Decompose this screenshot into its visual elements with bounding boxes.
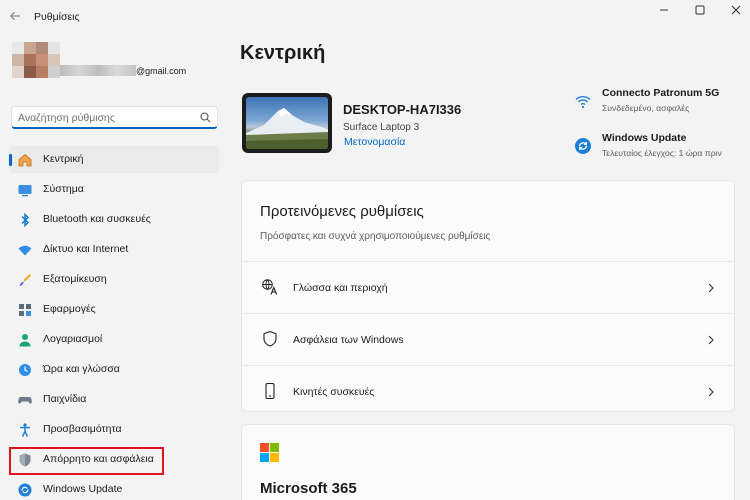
sidebar-item-label: Εξατομίκευση: [43, 273, 107, 285]
gamepad-icon: [18, 397, 32, 404]
network-status-text: Συνδεδεμένο, ασφαλές: [602, 103, 690, 113]
selection-indicator: [9, 154, 12, 166]
sidebar-item-personalization[interactable]: Εξατομίκευση: [9, 266, 219, 293]
brush-icon: [19, 274, 31, 286]
sidebar-item-home[interactable]: Κεντρική: [9, 146, 219, 173]
close-icon: [731, 5, 741, 15]
microsoft-365-card[interactable]: Microsoft 365: [241, 424, 735, 500]
card-title: Προτεινόμενες ρυθμίσεις: [260, 203, 424, 220]
arrow-left-icon: [9, 11, 20, 21]
clock-globe-icon: [19, 364, 31, 376]
sidebar-item-accessibility[interactable]: Προσβασιμότητα: [9, 416, 219, 443]
rename-link[interactable]: Μετονομασία: [344, 136, 405, 148]
device-name: DESKTOP-HA7I336: [343, 102, 462, 117]
row-label: Ασφάλεια των Windows: [293, 334, 404, 346]
email-blurred: [60, 65, 136, 76]
highlight-box: [9, 447, 164, 475]
sidebar-item-apps[interactable]: Εφαρμογές: [9, 296, 219, 323]
minimize-icon: [660, 9, 668, 11]
search-box[interactable]: [11, 106, 218, 129]
sidebar-item-network[interactable]: Δίκτυο και Internet: [9, 236, 219, 263]
wallpaper-thumbnail: [246, 97, 328, 149]
apps-icon: [19, 304, 31, 316]
chevron-right-icon: [708, 283, 714, 293]
sidebar-item-label: Παιχνίδια: [43, 393, 87, 405]
chevron-right-icon: [708, 335, 714, 345]
shield-outline-icon: [263, 330, 277, 347]
windows-update-status[interactable]: Windows Update Τελευταίος έλεγχος: 1 ώρα…: [574, 132, 750, 166]
recommended-settings-card: Προτεινόμενες ρυθμίσεις Πρόσφατες και συ…: [241, 180, 735, 412]
update-last-checked: Τελευταίος έλεγχος: 1 ώρα πριν: [602, 148, 722, 158]
device-model: Surface Laptop 3: [343, 122, 420, 133]
close-button[interactable]: [718, 0, 750, 20]
phone-icon: [265, 382, 275, 400]
maximize-button[interactable]: [682, 0, 718, 20]
update-icon: [18, 483, 32, 497]
sidebar-item-label: Κεντρική: [43, 153, 84, 165]
update-icon: [575, 138, 591, 154]
sidebar-item-windows-update[interactable]: Windows Update: [9, 476, 219, 500]
account-email: @gmail.com: [60, 59, 190, 79]
wifi-icon: [18, 245, 32, 256]
search-icon[interactable]: [200, 112, 211, 123]
sidebar-item-label: Ώρα και γλώσσα: [43, 363, 120, 375]
search-input[interactable]: [18, 110, 193, 125]
card-subtitle: Πρόσφατες και συχνά χρησιμοποιούμενες ρυ…: [260, 231, 491, 242]
maximize-icon: [695, 5, 705, 15]
network-name: Connecto Patronum 5G: [602, 87, 720, 99]
page-title: Κεντρική: [240, 42, 326, 64]
network-status[interactable]: Connecto Patronum 5G Συνδεδεμένο, ασφαλέ…: [574, 87, 750, 121]
accessibility-icon: [20, 423, 30, 437]
sidebar-item-label: Λογαριασμοί: [43, 333, 103, 345]
row-label: Κινητές συσκευές: [293, 386, 375, 398]
avatar[interactable]: [12, 42, 60, 78]
sidebar-item-label: Σύστημα: [43, 183, 84, 195]
minimize-button[interactable]: [646, 0, 682, 20]
home-icon: [18, 153, 32, 167]
email-suffix: @gmail.com: [136, 66, 187, 76]
chevron-right-icon: [708, 387, 714, 397]
device-image: [242, 93, 332, 153]
wifi-icon: [575, 95, 591, 109]
language-icon: [262, 279, 278, 295]
sidebar-item-system[interactable]: Σύστημα: [9, 176, 219, 203]
sidebar-item-label: Προσβασιμότητα: [43, 423, 122, 435]
microsoft-logo-icon: [260, 443, 280, 463]
recommended-row-language[interactable]: Γλώσσα και περιοχή: [242, 261, 734, 313]
monitor-icon: [18, 185, 32, 197]
sidebar-item-label: Bluetooth και συσκευές: [43, 213, 151, 225]
sidebar-item-label: Δίκτυο και Internet: [43, 243, 129, 255]
card-title: Microsoft 365: [260, 480, 357, 497]
update-title: Windows Update: [602, 132, 687, 144]
row-label: Γλώσσα και περιοχή: [293, 282, 388, 294]
sidebar-item-bluetooth[interactable]: Bluetooth και συσκευές: [9, 206, 219, 233]
recommended-row-mobile-devices[interactable]: Κινητές συσκευές: [242, 365, 734, 411]
bluetooth-icon: [21, 212, 29, 228]
sidebar-item-label: Windows Update: [43, 483, 123, 495]
recommended-row-windows-security[interactable]: Ασφάλεια των Windows: [242, 313, 734, 365]
person-icon: [19, 334, 31, 347]
sidebar-item-time-language[interactable]: Ώρα και γλώσσα: [9, 356, 219, 383]
back-button[interactable]: [8, 9, 22, 23]
app-title: Ρυθμίσεις: [34, 11, 80, 23]
sidebar-item-label: Εφαρμογές: [43, 303, 96, 315]
sidebar-item-accounts[interactable]: Λογαριασμοί: [9, 326, 219, 353]
title-bar: Ρυθμίσεις: [0, 0, 750, 32]
sidebar-item-gaming[interactable]: Παιχνίδια: [9, 386, 219, 413]
